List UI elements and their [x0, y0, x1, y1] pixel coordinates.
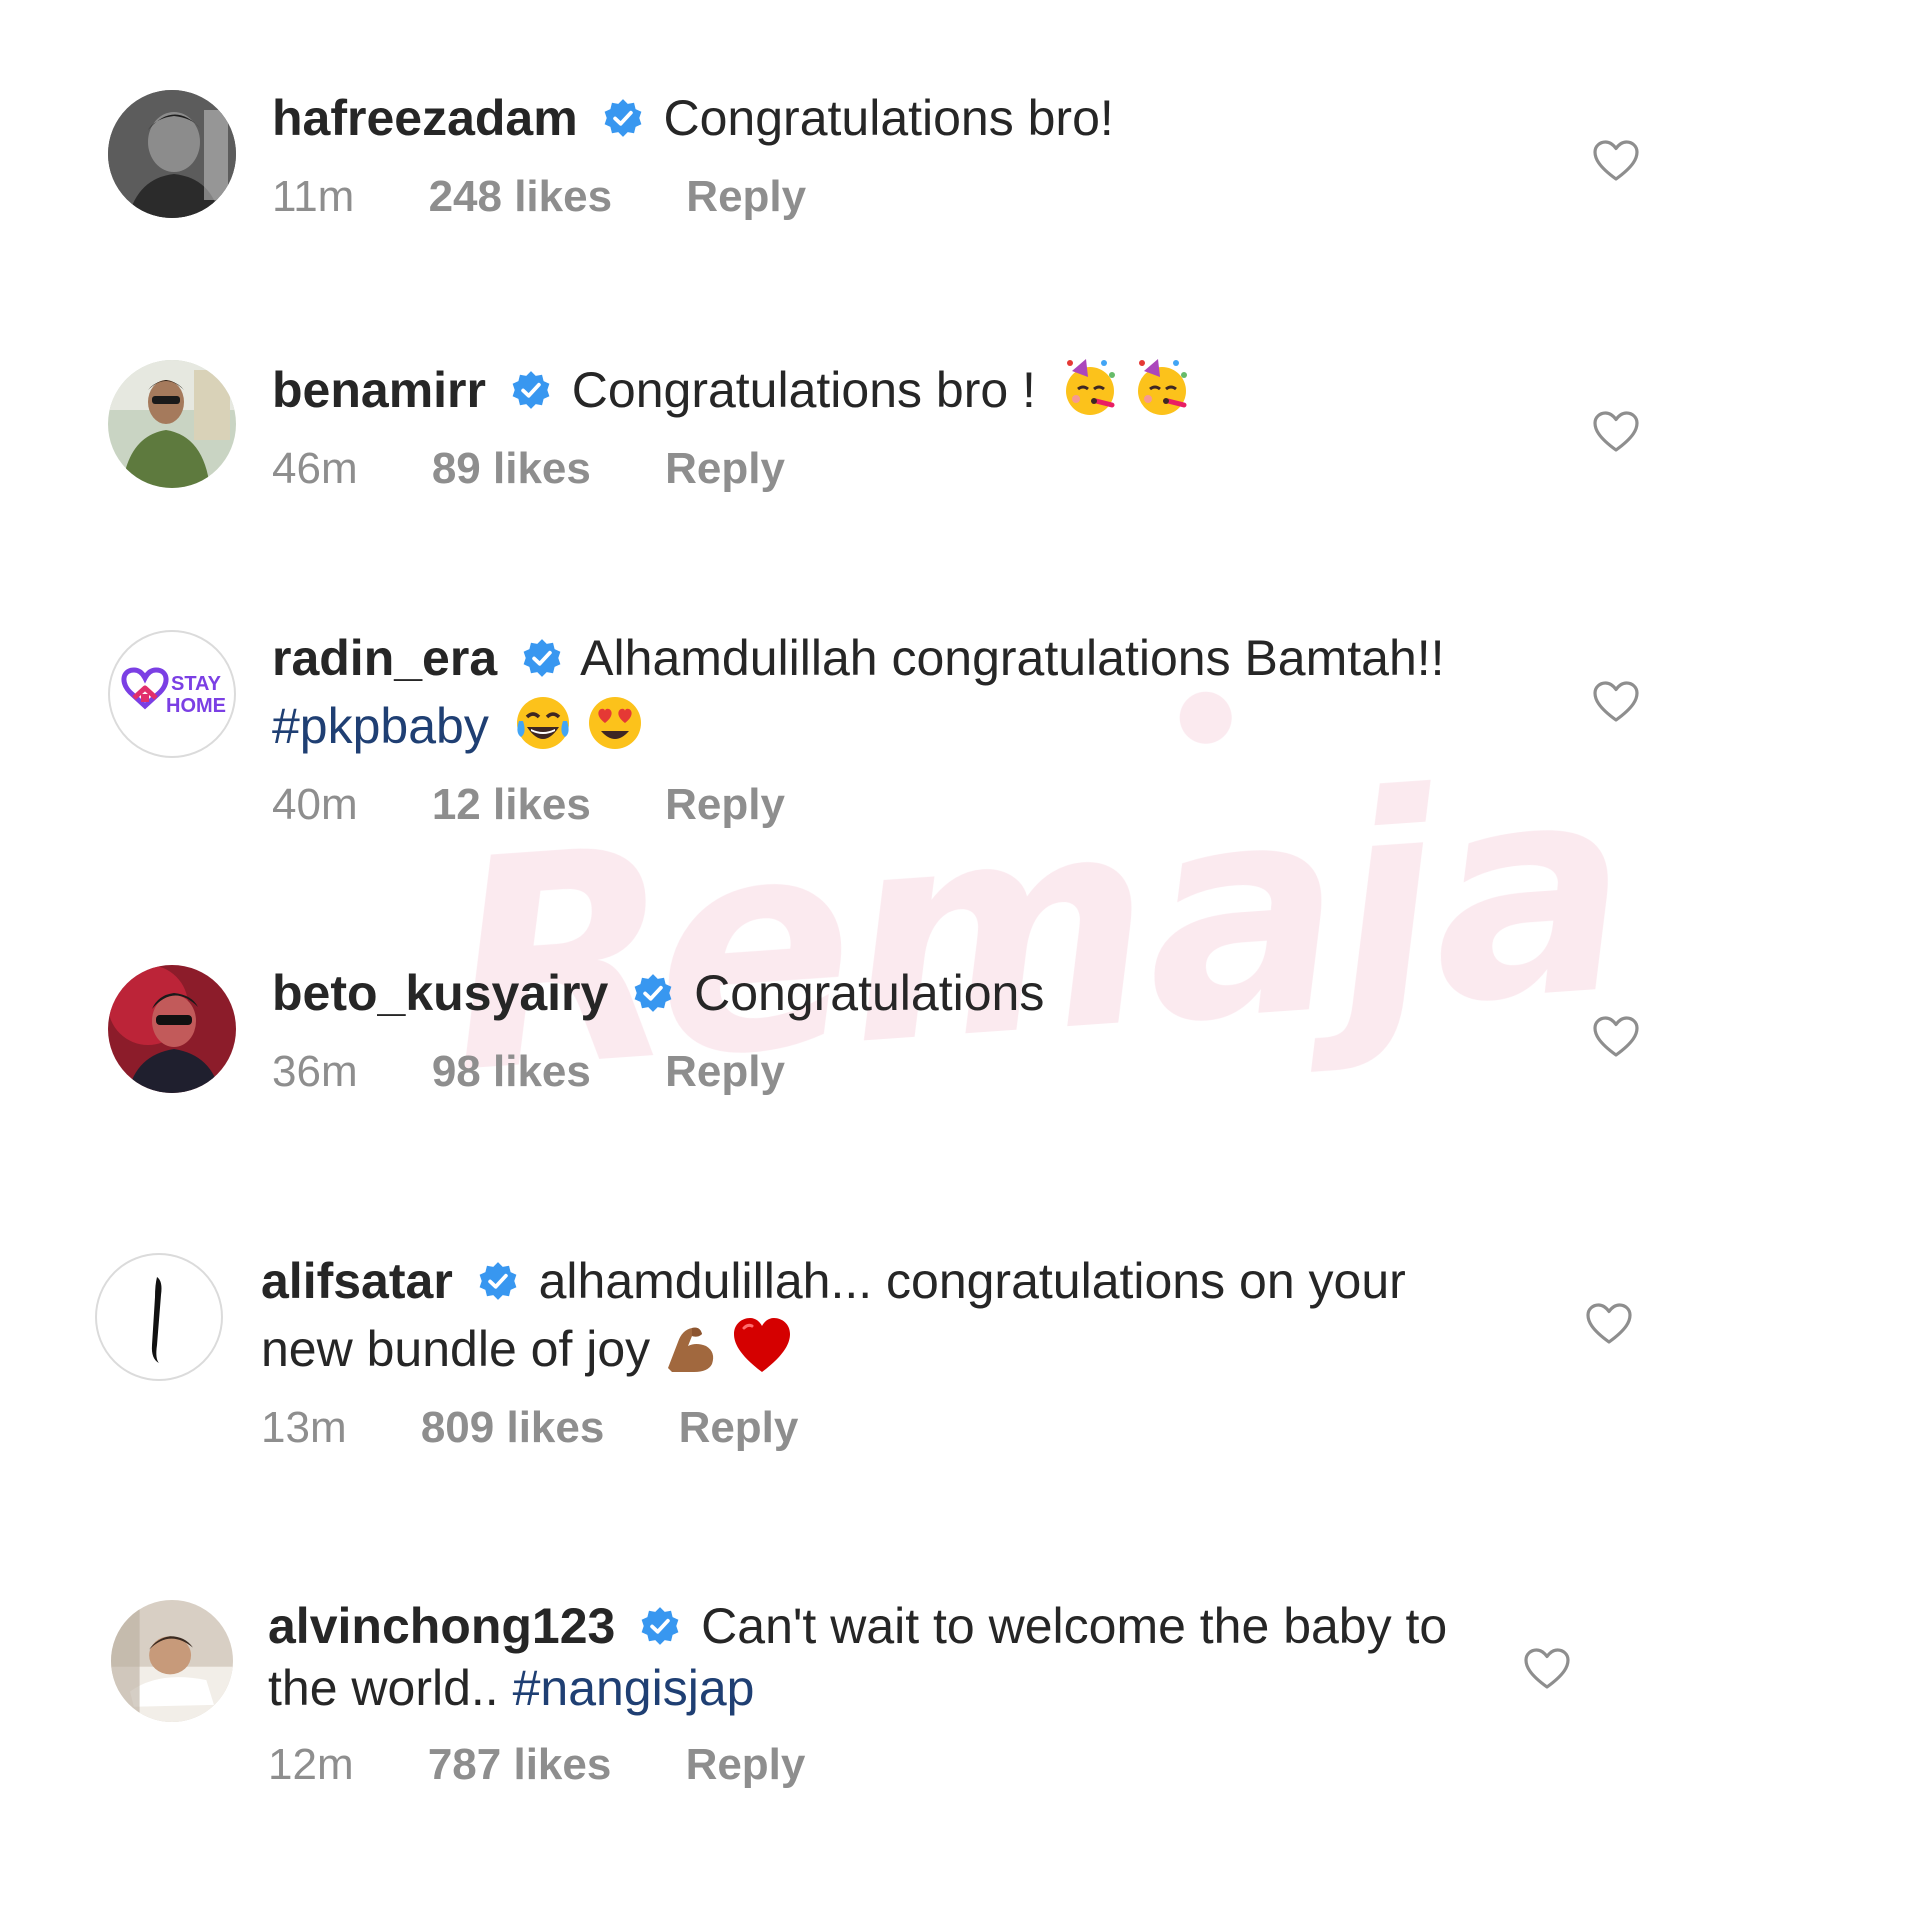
avatar[interactable]: STAY HOME — [108, 630, 236, 758]
partying-face-emoji — [1065, 359, 1115, 415]
timestamp: 11m — [272, 172, 355, 221]
profile-photo-icon — [111, 1600, 233, 1722]
username[interactable]: alifsatar — [261, 1253, 453, 1309]
tears-of-joy-emoji — [516, 697, 569, 749]
comment-text: hafreezadam Congratulations bro! — [272, 85, 1502, 151]
timestamp: 46m — [272, 444, 358, 493]
comment-meta: 40m 12 likes Reply — [272, 777, 1502, 833]
comment-body: beto_kusyairy Congratulations 36m 98 lik… — [272, 960, 1502, 1100]
reply-button[interactable]: Reply — [665, 777, 785, 833]
reply-button[interactable]: Reply — [665, 1044, 785, 1100]
like-heart-icon[interactable] — [1523, 1647, 1571, 1691]
comment-meta: 12m 787 likes Reply — [268, 1737, 1498, 1793]
like-heart-icon[interactable] — [1592, 410, 1640, 454]
comment-message: Congratulations — [694, 965, 1045, 1021]
comment-text: alvinchong123 Can't wait to welcome the … — [268, 1595, 1498, 1719]
comment-body: alvinchong123 Can't wait to welcome the … — [268, 1595, 1498, 1793]
comment-text: alifsatar alhamdulillah... congratulatio… — [261, 1248, 1491, 1382]
like-heart-icon[interactable] — [1592, 680, 1640, 724]
hashtag-link[interactable]: #nangisjap — [513, 1660, 755, 1716]
username[interactable]: benamirr — [272, 362, 486, 418]
reply-button[interactable]: Reply — [679, 1400, 799, 1456]
profile-photo-icon — [108, 360, 236, 488]
comment-body: hafreezadam Congratulations bro! 11m 248… — [272, 85, 1502, 225]
timestamp: 13m — [261, 1403, 347, 1452]
comment-body: radin_era Alhamdulillah congratulations … — [272, 625, 1502, 833]
comment-message: Alhamdulillah congratulations Bamtah!! — [580, 630, 1445, 686]
reply-button[interactable]: Reply — [686, 1737, 806, 1793]
profile-photo-icon — [108, 90, 236, 218]
comment-text: beto_kusyairy Congratulations — [272, 960, 1502, 1026]
verified-badge-icon — [523, 639, 561, 677]
like-heart-icon[interactable] — [1585, 1302, 1633, 1346]
likes-count[interactable]: 89 likes — [432, 441, 591, 497]
red-heart-emoji — [734, 1318, 791, 1372]
verified-badge-icon — [512, 371, 550, 409]
likes-count[interactable]: 12 likes — [432, 777, 591, 833]
avatar[interactable] — [108, 965, 236, 1093]
reply-button[interactable]: Reply — [665, 441, 785, 497]
like-heart-icon[interactable] — [1592, 139, 1640, 183]
verified-badge-icon — [604, 99, 641, 137]
partying-face-emoji — [1137, 359, 1187, 415]
comment-text: benamirr Congratulations bro ! — [272, 355, 1502, 423]
like-heart-icon[interactable] — [1592, 1015, 1640, 1059]
avatar[interactable] — [95, 1253, 223, 1381]
username[interactable]: radin_era — [272, 630, 497, 686]
profile-photo-icon — [108, 965, 236, 1093]
timestamp: 40m — [272, 780, 358, 829]
comment-meta: 36m 98 likes Reply — [272, 1044, 1502, 1100]
username[interactable]: beto_kusyairy — [272, 965, 608, 1021]
avatar-text-line2: HOME — [166, 695, 226, 717]
comment-body: benamirr Congratulations bro ! 46m 89 li… — [272, 355, 1502, 497]
timestamp: 36m — [272, 1047, 358, 1096]
avatar[interactable] — [108, 360, 236, 488]
likes-count[interactable]: 248 likes — [429, 169, 613, 225]
heart-eyes-emoji — [588, 697, 641, 749]
comment-text: radin_era Alhamdulillah congratulations … — [272, 625, 1502, 759]
likes-count[interactable]: 787 likes — [428, 1737, 612, 1793]
calligraphy-logo-icon — [151, 1277, 162, 1363]
comment-meta: 13m 809 likes Reply — [261, 1400, 1491, 1456]
timestamp: 12m — [268, 1740, 354, 1789]
stay-home-logo-icon: STAY HOME — [121, 667, 226, 717]
reply-button[interactable]: Reply — [686, 169, 806, 225]
avatar[interactable] — [111, 1600, 233, 1722]
avatar[interactable] — [108, 90, 236, 218]
verified-badge-icon — [641, 1607, 679, 1645]
comment-meta: 46m 89 likes Reply — [272, 441, 1502, 497]
username[interactable]: alvinchong123 — [268, 1598, 615, 1654]
comment-message: Congratulations bro ! — [571, 362, 1036, 418]
likes-count[interactable]: 98 likes — [432, 1044, 591, 1100]
username[interactable]: hafreezadam — [272, 90, 578, 146]
verified-badge-icon — [479, 1262, 517, 1300]
flexed-biceps-emoji — [668, 1327, 714, 1372]
verified-badge-icon — [634, 974, 672, 1012]
hashtag-link[interactable]: #pkpbaby — [272, 698, 489, 754]
likes-count[interactable]: 809 likes — [421, 1400, 605, 1456]
comment-message: Congratulations bro! — [663, 90, 1114, 146]
comment-body: alifsatar alhamdulillah... congratulatio… — [261, 1248, 1491, 1456]
avatar-text-line1: STAY — [171, 673, 222, 695]
comment-meta: 11m 248 likes Reply — [272, 169, 1502, 225]
